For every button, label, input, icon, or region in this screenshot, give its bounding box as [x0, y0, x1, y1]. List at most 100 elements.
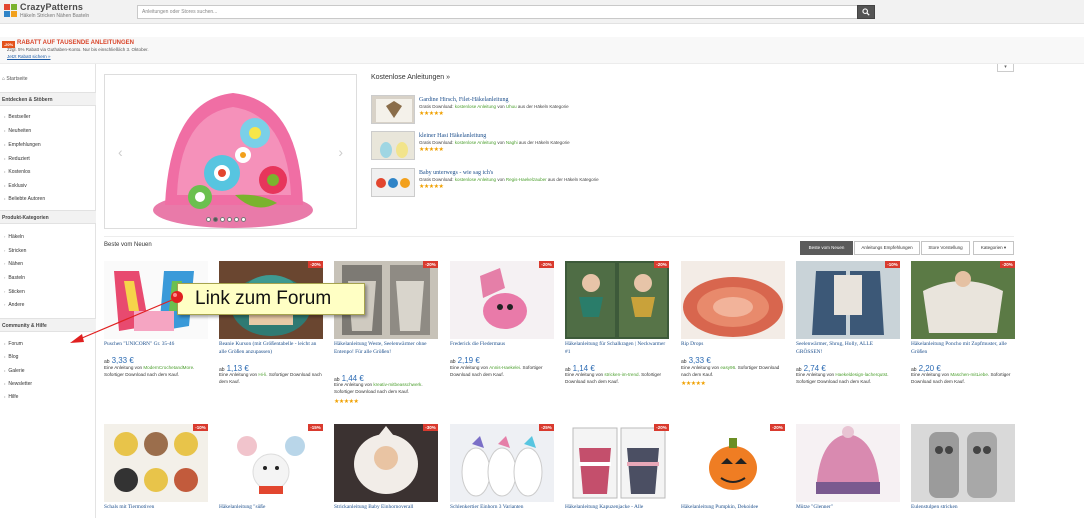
tab-kategorien[interactable]: Kategorien ▾ [973, 241, 1014, 255]
free-pattern-name[interactable]: Gardine Hirsch, Filet-Häkelanleitung [419, 97, 508, 103]
free-pattern-thumb[interactable] [371, 131, 415, 160]
slider-dot[interactable] [220, 217, 225, 222]
bullet-icon: • [4, 142, 6, 147]
sidebar-item-exklusiv[interactable]: • Exklusiv [4, 183, 27, 189]
chevron-right-icon: › [4, 261, 6, 266]
free-pattern-thumb[interactable] [371, 168, 415, 197]
slider-next-button[interactable]: › [338, 145, 343, 159]
home-icon: ⌂ [2, 76, 6, 82]
free-pattern-name[interactable]: Baby unterwegs - wie sag ich's [419, 170, 493, 176]
chevron-right-icon: › [4, 289, 6, 294]
product-title[interactable]: Mütze "Glenner" [796, 504, 900, 512]
bullet-icon: • [4, 128, 6, 133]
slider-dot[interactable] [206, 217, 211, 222]
product-image[interactable]: -10% [796, 261, 900, 339]
product-title[interactable]: Häkelanleitung Poncho mit Zopfmuster, al… [911, 341, 1015, 356]
free-patterns-title[interactable]: Kostenlose Anleitungen » [371, 74, 450, 81]
product-image[interactable]: -25% [450, 424, 554, 502]
product-title[interactable]: Schals mit Tiermotiven [104, 504, 208, 512]
sidebar-item-galerie[interactable]: • Galerie [4, 368, 25, 374]
sidebar-item-newsletter[interactable]: • Newsletter [4, 381, 32, 387]
product-title[interactable]: Häkelanleitung Kapuzenjacke - Alle [565, 504, 669, 512]
discount-badge: -20% [654, 261, 669, 268]
sidebar-section-header: Entdecken & Stöbern [0, 92, 96, 106]
sidebar-item-haekeln[interactable]: › Häkeln [4, 234, 24, 240]
slider-prev-button[interactable]: ‹ [118, 145, 123, 159]
sidebar-item-bestseller[interactable]: • Bestseller [4, 114, 30, 120]
product-title[interactable]: Seelenwärmer, Shrug, Holly, ALLE GRÖSSEN… [796, 341, 900, 356]
free-pattern-item[interactable]: Gardine Hirsch, Filet-Häkelanleitung Gra… [371, 95, 931, 125]
search-icon [862, 8, 870, 16]
product-image[interactable]: -20% [681, 424, 785, 502]
search-input[interactable]: Anleitungen oder Stores suchen... [137, 5, 858, 19]
slider-dot[interactable] [241, 217, 246, 222]
sidebar-item-kostenlos[interactable]: • Kostenlos [4, 169, 30, 175]
bullet-icon: • [4, 341, 6, 346]
product-price: ab 2,19 € [450, 356, 480, 365]
slider-dot[interactable] [213, 217, 218, 222]
tab-beste-vom-neuen[interactable]: Beste vom Neuen [800, 241, 853, 255]
sidebar-item-neuheiten[interactable]: • Neuheiten [4, 128, 31, 134]
discount-badge: -20% [308, 261, 323, 268]
product-title[interactable]: Strickanleitung Baby Einhornoverall [334, 504, 438, 512]
product-image[interactable] [681, 261, 785, 339]
free-pattern-name[interactable]: kleiner Hasi Häkelanleitung [419, 133, 486, 139]
product-title[interactable]: Frederick die Fledermaus [450, 341, 554, 349]
product-image[interactable]: -20% [565, 261, 669, 339]
sidebar-item-stricken[interactable]: › Stricken [4, 248, 26, 254]
tab-store-vorstellung[interactable]: Store Vorstellung [921, 241, 970, 255]
free-pattern-item[interactable]: kleiner Hasi Häkelanleitung Gratis Downl… [371, 131, 931, 161]
product-image[interactable]: -20% [450, 261, 554, 339]
product-title[interactable]: Eulenstulpen stricken [911, 504, 1015, 512]
product-image[interactable] [796, 424, 900, 502]
sidebar-item-blog[interactable]: • Blog [4, 354, 18, 360]
product-title[interactable]: Häkelanleitung Weste, Seelenwärmer ohne … [334, 341, 438, 356]
product-title[interactable]: Häkelanleitung "süße [219, 504, 323, 512]
hero-slider[interactable]: ‹ › [104, 74, 357, 229]
product-image[interactable]: -10% [104, 424, 208, 502]
free-pattern-thumb[interactable] [371, 95, 415, 124]
product-title[interactable]: Häkelanleitung für Schalkragen | Neckwar… [565, 341, 669, 356]
sidebar-item-naehen[interactable]: › Nähen [4, 261, 23, 267]
sidebar-item-hilfe[interactable]: • Hilfe [4, 394, 18, 400]
product-meta: Eine Anleitung von Haekeldesign-lacherqu… [796, 372, 889, 384]
logo-name[interactable]: CrazyPatterns [20, 2, 83, 12]
collapse-toggle-button[interactable]: ▾ [997, 64, 1014, 72]
free-pattern-item[interactable]: Baby unterwegs - wie sag ich's Gratis Do… [371, 168, 931, 198]
logo-icon[interactable] [4, 4, 17, 17]
product-image[interactable]: -30% [334, 424, 438, 502]
search-button[interactable] [857, 5, 875, 19]
product-title[interactable]: Rip Drops [681, 341, 785, 349]
product-meta: Eine Anleitung von kreativ-mitbeasschwer… [334, 382, 423, 394]
sidebar-item-home[interactable]: ⌂ Startseite [2, 76, 28, 82]
tab-anleitungs-empfehlungen[interactable]: Anleitungs Empfehlungen [854, 241, 920, 255]
product-image[interactable]: -20% [911, 261, 1015, 339]
sidebar-item-sticken[interactable]: › Sticken [4, 289, 25, 295]
slider-dot[interactable] [234, 217, 239, 222]
sidebar-item-reduziert[interactable]: • Reduziert [4, 156, 30, 162]
sidebar-item-forum[interactable]: • Forum [4, 341, 23, 347]
product-title[interactable]: Beanie Kurson (mit Größentabelle - leich… [219, 341, 323, 356]
promo-link[interactable]: Jetzt Rabatt sichern » [7, 54, 51, 59]
slider-dots [206, 209, 248, 227]
sidebar-item-andere[interactable]: › Andere [4, 302, 24, 308]
promo-subtitle: Zzgl. 5% Rabatt via Guthaben-Konto. Nur … [7, 47, 149, 52]
slider-dot[interactable] [227, 217, 232, 222]
annotation-pin-icon [171, 291, 183, 303]
bullet-icon: • [4, 196, 6, 201]
bullet-icon: • [4, 156, 6, 161]
product-title[interactable]: Puschen "UNICORN" Gr. 35-46 [104, 341, 208, 349]
sidebar-item-empfehlungen[interactable]: • Empfehlungen [4, 142, 41, 148]
bullet-icon: • [4, 169, 6, 174]
product-title[interactable]: Schlenkertier Einhorn 3 Varianten [450, 504, 554, 512]
sidebar-section-header: Community & Hilfe [0, 318, 96, 332]
product-image[interactable]: -15% [219, 424, 323, 502]
sidebar-section-header: Produkt-Kategorien [0, 210, 96, 224]
sidebar-item-basteln[interactable]: › Basteln [4, 275, 25, 281]
product-title[interactable]: Häkelanleitung Pumpkin, Dekoidee [681, 504, 785, 512]
annotation-callout: Link zum Forum [177, 283, 365, 315]
product-image[interactable] [911, 424, 1015, 502]
promo-title[interactable]: RABATT AUF TAUSENDE ANLEITUNGEN [17, 40, 134, 46]
sidebar-item-beliebte-autoren[interactable]: • Beliebte Autoren [4, 196, 45, 202]
product-image[interactable]: -20% [565, 424, 669, 502]
